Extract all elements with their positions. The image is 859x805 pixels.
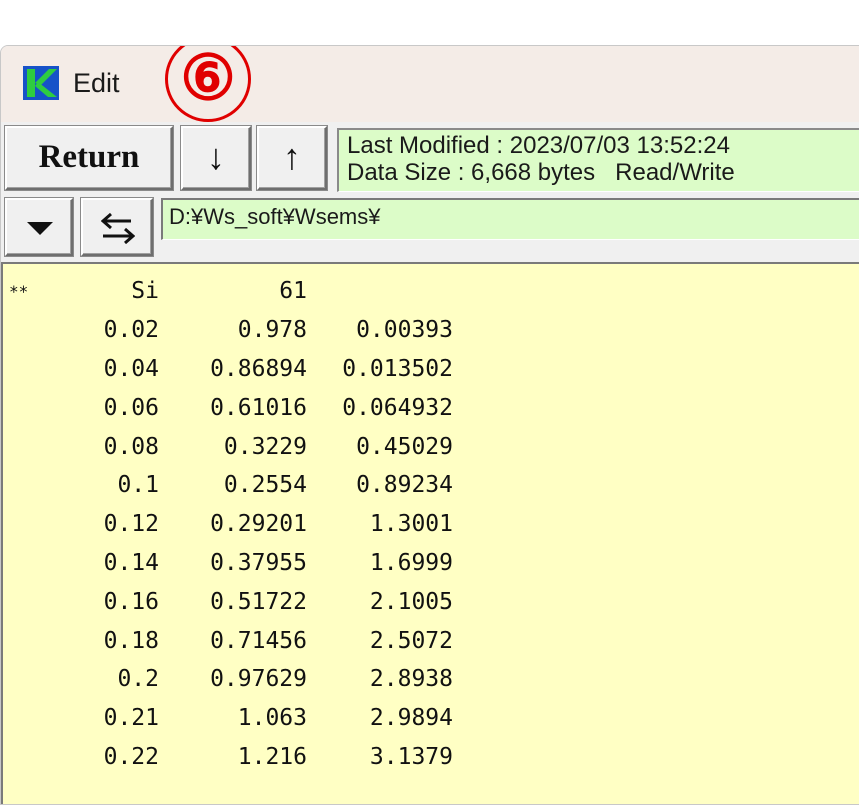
data-cell: 1.6999 [369, 549, 453, 576]
data-editor[interactable]: ** Si 61 0.02 0.978 0.00393 0.04 0.86894 0.01350… [1, 262, 859, 804]
data-cell [9, 621, 49, 660]
data-row: ** Si 61 [9, 272, 453, 311]
data-cell [9, 466, 49, 505]
return-button[interactable]: Return [5, 126, 173, 190]
last-modified-text: Last Modified : 2023/07/03 13:52:24 [347, 132, 730, 159]
data-cell: 0.21 [103, 705, 159, 732]
data-cell: ** [9, 281, 29, 301]
data-cell: 0.14 [103, 549, 159, 576]
data-row: 0.02 0.978 0.00393 [9, 311, 453, 350]
data-row: 0.14 0.37955 1.6999 [9, 544, 453, 583]
data-cell: 0.71456 [210, 627, 307, 654]
data-cell [9, 544, 49, 583]
data-cell: 0.08 [103, 433, 159, 460]
data-row: 0.1 0.2554 0.89234 [9, 466, 453, 505]
chevron-down-icon [27, 222, 53, 236]
file-info-panel: Last Modified : 2023/07/03 13:52:24 Data… [337, 128, 859, 192]
data-cell [9, 660, 49, 699]
data-cell: 0.02 [103, 317, 159, 344]
data-cell: 0.978 [237, 317, 307, 344]
data-row: 0.06 0.61016 0.064932 [9, 388, 453, 427]
data-table: ** Si 61 0.02 0.978 0.00393 0.04 0.86894 0.01350… [9, 272, 453, 776]
data-cell [307, 272, 453, 311]
data-cell: 1.216 [237, 743, 307, 770]
main-toolbar: Return ↓ ↑ Last Modified : 2023/07/03 13… [1, 122, 859, 194]
data-cell: Si [131, 278, 159, 305]
data-cell: 0.2554 [223, 472, 307, 499]
data-cell: 0.06 [103, 394, 159, 421]
data-cell: 0.61016 [210, 394, 307, 421]
data-cell [9, 699, 49, 738]
data-cell [9, 388, 49, 427]
data-cell: 0.89234 [356, 472, 453, 499]
data-cell [9, 350, 49, 389]
data-cell [9, 738, 49, 777]
move-up-button[interactable]: ↑ [257, 126, 327, 190]
data-cell: 2.8938 [369, 666, 453, 693]
data-cell: 0.3229 [223, 433, 307, 460]
data-cell: 2.9894 [369, 705, 453, 732]
data-cell: 0.04 [103, 355, 159, 382]
data-cell [9, 582, 49, 621]
data-row: 0.2 0.97629 2.8938 [9, 660, 453, 699]
data-cell: 1.3001 [369, 511, 453, 538]
data-cell: 0.97629 [210, 666, 307, 693]
swap-arrows-icon [101, 212, 135, 244]
data-cell: 0.1 [117, 472, 159, 499]
data-cell [9, 311, 49, 350]
data-row: 0.12 0.29201 1.3001 [9, 505, 453, 544]
data-cell: 0.2 [117, 666, 159, 693]
step-number-badge: ⑥ [165, 46, 251, 122]
move-down-button[interactable]: ↓ [181, 126, 251, 190]
data-cell: 0.18 [103, 627, 159, 654]
path-toolbar: D:¥Ws_soft¥Wsems¥ [1, 194, 859, 260]
data-cell: 3.1379 [369, 743, 453, 770]
data-row: 0.16 0.51722 2.1005 [9, 582, 453, 621]
data-size-text: Data Size : 6,668 bytes Read/Write [347, 159, 735, 186]
data-cell: 0.86894 [210, 355, 307, 382]
data-cell: 0.51722 [210, 588, 307, 615]
data-cell [9, 505, 49, 544]
edit-window: Edit ⑥ Return ↓ ↑ Last Modified : 2023/0… [0, 45, 859, 805]
path-field[interactable]: D:¥Ws_soft¥Wsems¥ [161, 198, 859, 240]
data-cell: 1.063 [237, 705, 307, 732]
data-cell: 0.16 [103, 588, 159, 615]
data-cell: 0.29201 [210, 511, 307, 538]
data-cell: 0.45029 [356, 433, 453, 460]
dropdown-button[interactable] [5, 198, 73, 256]
data-cell: 0.22 [103, 743, 159, 770]
data-cell: 0.013502 [342, 355, 453, 382]
data-cell: 0.12 [103, 511, 159, 538]
data-cell [9, 427, 49, 466]
data-row: 0.21 1.063 2.9894 [9, 699, 453, 738]
data-row: 0.04 0.86894 0.013502 [9, 350, 453, 389]
data-cell: 2.1005 [369, 588, 453, 615]
data-row: 0.18 0.71456 2.5072 [9, 621, 453, 660]
data-cell: 0.37955 [210, 549, 307, 576]
data-cell: 2.5072 [369, 627, 453, 654]
data-cell: 0.00393 [356, 317, 453, 344]
data-row: 0.22 1.216 3.1379 [9, 738, 453, 777]
data-cell: 61 [279, 278, 307, 305]
app-logo-icon [23, 66, 59, 100]
window-title: Edit [73, 68, 120, 98]
title-bar[interactable]: Edit ⑥ [1, 46, 859, 122]
data-row: 0.08 0.3229 0.45029 [9, 427, 453, 466]
swap-button[interactable] [81, 198, 153, 256]
data-cell: 0.064932 [342, 394, 453, 421]
